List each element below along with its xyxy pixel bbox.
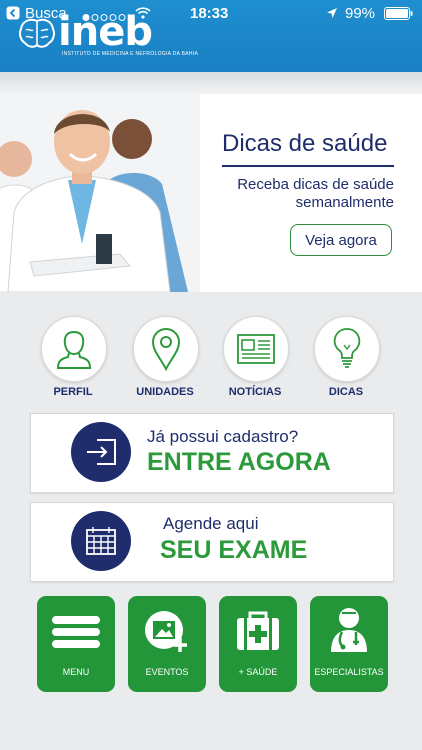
banner-title-underline — [222, 165, 394, 167]
login-action[interactable]: ENTRE AGORA — [147, 448, 331, 477]
health-tips-banner[interactable]: Dicas de saúde Receba dicas de saúde sem… — [0, 94, 422, 292]
tile-label-eventos: EVENTOS — [145, 667, 189, 677]
exam-question: Agende aqui — [163, 514, 259, 533]
tile-especialistas[interactable]: ESPECIALISTAS — [310, 596, 388, 692]
battery-percent: 99% — [345, 5, 376, 22]
location-icon — [326, 6, 338, 23]
doctors-image — [0, 94, 200, 292]
battery-icon — [384, 7, 414, 24]
nav-item-perfil[interactable] — [41, 316, 107, 382]
banner-subtitle: Receba dicas de saúde semanalmente — [237, 176, 394, 211]
tile-label-menu: MENU — [62, 667, 90, 677]
see-now-button[interactable]: Veja agora — [290, 224, 392, 256]
banner-title: Dicas de saúde — [222, 130, 388, 157]
tile-eventos[interactable]: EVENTOS — [128, 596, 206, 692]
nav-item-noticias[interactable] — [223, 316, 289, 382]
login-circle — [71, 422, 131, 482]
add-photo-icon — [145, 611, 187, 652]
nav-label-unidades: UNIDADES — [136, 386, 194, 398]
medical-kit-icon — [237, 611, 279, 650]
tile-mais-saude[interactable]: + SAÚDE — [219, 596, 297, 692]
calendar-icon — [86, 527, 116, 555]
tips-circle[interactable] — [314, 316, 380, 382]
doctor-icon — [331, 608, 367, 652]
newspaper-icon — [237, 334, 275, 364]
login-card[interactable]: Já possui cadastro? ENTRE AGORA — [30, 413, 394, 493]
logo-text: ineb — [58, 9, 153, 55]
tile-label-mais-saude: + SAÚDE — [238, 667, 278, 677]
exam-action[interactable]: SEU EXAME — [160, 536, 307, 565]
tile-menu[interactable]: MENU — [37, 596, 115, 692]
menu-icon — [52, 616, 100, 648]
units-circle[interactable] — [133, 316, 199, 382]
map-pin-icon — [151, 328, 181, 371]
logo-subtitle: INSTITUTO DE MEDICINA E NEFROLOGIA DA BA… — [62, 51, 199, 57]
exam-circle — [71, 511, 131, 571]
profile-circle[interactable] — [41, 316, 107, 382]
nav-item-unidades[interactable] — [133, 316, 199, 382]
brain-logo-icon — [18, 18, 56, 55]
lightbulb-icon — [333, 328, 361, 368]
news-circle[interactable] — [223, 316, 289, 382]
exam-card[interactable]: Agende aqui SEU EXAME — [30, 502, 394, 582]
login-icon — [87, 439, 116, 465]
tile-label-especialistas: ESPECIALISTAS — [314, 667, 384, 677]
person-icon — [56, 330, 92, 369]
nav-item-dicas[interactable] — [314, 316, 380, 382]
nav-label-noticias: NOTÍCIAS — [228, 386, 282, 398]
nav-label-perfil: PERFIL — [53, 386, 93, 398]
nav-label-dicas: DICAS — [328, 386, 364, 398]
clock: 18:33 — [190, 5, 229, 22]
login-question: Já possui cadastro? — [147, 427, 299, 446]
header-divider-band — [0, 72, 422, 94]
